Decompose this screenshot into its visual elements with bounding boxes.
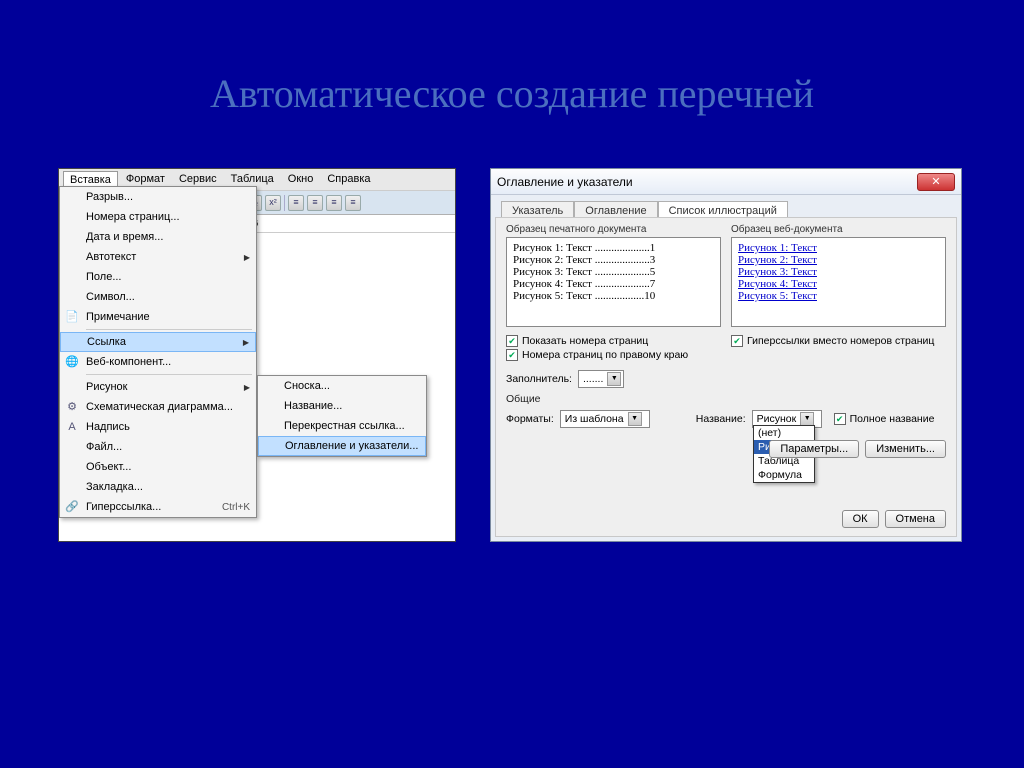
close-button[interactable]: ✕ <box>917 173 955 191</box>
menu-item-datetime[interactable]: Дата и время... <box>60 227 256 247</box>
menu-item-file[interactable]: Файл... <box>60 437 256 457</box>
menu-item-webcomponent[interactable]: 🌐Веб-компонент... <box>60 352 256 372</box>
formats-combo[interactable]: Из шаблона▼ <box>560 410 650 428</box>
menu-item-diagram[interactable]: ⚙Схематическая диаграмма... <box>60 397 256 417</box>
submenu-item-footnote[interactable]: Сноска... <box>258 376 426 396</box>
menu-item-page-numbers[interactable]: Номера страниц... <box>60 207 256 227</box>
group-common: Общие <box>496 391 956 407</box>
link-icon: 🔗 <box>64 499 80 515</box>
dialog-titlebar: Оглавление и указатели ✕ <box>491 169 961 195</box>
ok-button[interactable]: ОК <box>842 510 879 528</box>
menu-item-picture[interactable]: Рисунок▶ <box>60 377 256 397</box>
toolbar-icon[interactable]: x² <box>265 195 281 211</box>
menu-item-textbox[interactable]: AНадпись <box>60 417 256 437</box>
toolbar-icon[interactable]: ≡ <box>288 195 304 211</box>
menu-item-bookmark[interactable]: Закладка... <box>60 477 256 497</box>
submenu-item-crossref[interactable]: Перекрестная ссылка... <box>258 416 426 436</box>
chevron-right-icon: ▶ <box>244 253 250 262</box>
modify-button[interactable]: Изменить... <box>865 440 946 458</box>
dialog-title: Оглавление и указатели <box>497 175 633 189</box>
chevron-right-icon: ▶ <box>244 383 250 392</box>
checkbox-icon: ✔ <box>834 413 846 425</box>
slide-title: Автоматическое создание перечней <box>0 70 1024 117</box>
menu-item-field[interactable]: Поле... <box>60 267 256 287</box>
diagram-icon: ⚙ <box>64 399 80 415</box>
leader-combo[interactable]: .......▼ <box>578 370 624 388</box>
toolbar-icon[interactable]: ≡ <box>345 195 361 211</box>
checkbox-icon: ✔ <box>731 335 743 347</box>
chevron-down-icon: ▼ <box>607 372 621 386</box>
caption-option-formula[interactable]: Формула <box>754 468 814 482</box>
menu-item-comment[interactable]: 📄Примечание <box>60 307 256 327</box>
formats-label: Форматы: <box>506 413 554 425</box>
chevron-right-icon: ▶ <box>243 338 249 347</box>
word-menu-screenshot: Вставка Формат Сервис Таблица Окно Справ… <box>58 168 456 542</box>
menu-item-break[interactable]: Разрыв... <box>60 187 256 207</box>
menubar-item-help[interactable]: Справка <box>321 171 376 188</box>
reference-submenu: Сноска... Название... Перекрестная ссылк… <box>257 375 427 457</box>
menu-item-reference[interactable]: Ссылка▶ <box>60 332 256 352</box>
globe-icon: 🌐 <box>64 354 80 370</box>
toolbar-icon[interactable]: ≡ <box>307 195 323 211</box>
menubar-item-window[interactable]: Окно <box>282 171 320 188</box>
toc-dialog: Оглавление и указатели ✕ Указатель Оглав… <box>490 168 962 542</box>
chevron-down-icon: ▼ <box>628 412 642 426</box>
chk-fullname[interactable]: ✔Полное название <box>834 413 935 425</box>
menu-item-autotext[interactable]: Автотекст▶ <box>60 247 256 267</box>
cancel-button[interactable]: Отмена <box>885 510 946 528</box>
menu-item-symbol[interactable]: Символ... <box>60 287 256 307</box>
params-button[interactable]: Параметры... <box>769 440 859 458</box>
chk-show-pages[interactable]: ✔Показать номера страниц <box>506 335 721 347</box>
chevron-down-icon: ▼ <box>800 412 814 426</box>
menu-item-object[interactable]: Объект... <box>60 457 256 477</box>
insert-menu: Разрыв... Номера страниц... Дата и время… <box>59 186 257 518</box>
print-preview: Рисунок 1: Текст ....................1 Р… <box>506 237 721 327</box>
comment-icon: 📄 <box>64 309 80 325</box>
toolbar-icon[interactable]: ≡ <box>326 195 342 211</box>
web-preview-label: Образец веб-документа <box>731 224 946 235</box>
chk-hyperlinks[interactable]: ✔Гиперссылки вместо номеров страниц <box>731 335 946 347</box>
shortcut-label: Ctrl+K <box>222 502 250 513</box>
caption-option-none[interactable]: (нет) <box>754 426 814 440</box>
submenu-item-caption[interactable]: Название... <box>258 396 426 416</box>
submenu-item-toc[interactable]: Оглавление и указатели... <box>258 436 426 456</box>
caption-label: Название: <box>696 413 746 425</box>
menu-item-hyperlink[interactable]: 🔗Гиперссылка...Ctrl+K <box>60 497 256 517</box>
textbox-icon: A <box>64 419 80 435</box>
chk-right-align[interactable]: ✔Номера страниц по правому краю <box>506 349 721 361</box>
checkbox-icon: ✔ <box>506 335 518 347</box>
leader-label: Заполнитель: <box>506 373 572 385</box>
print-preview-label: Образец печатного документа <box>506 224 721 235</box>
web-preview: Рисунок 1: Текст Рисунок 2: Текст Рисуно… <box>731 237 946 327</box>
checkbox-icon: ✔ <box>506 349 518 361</box>
